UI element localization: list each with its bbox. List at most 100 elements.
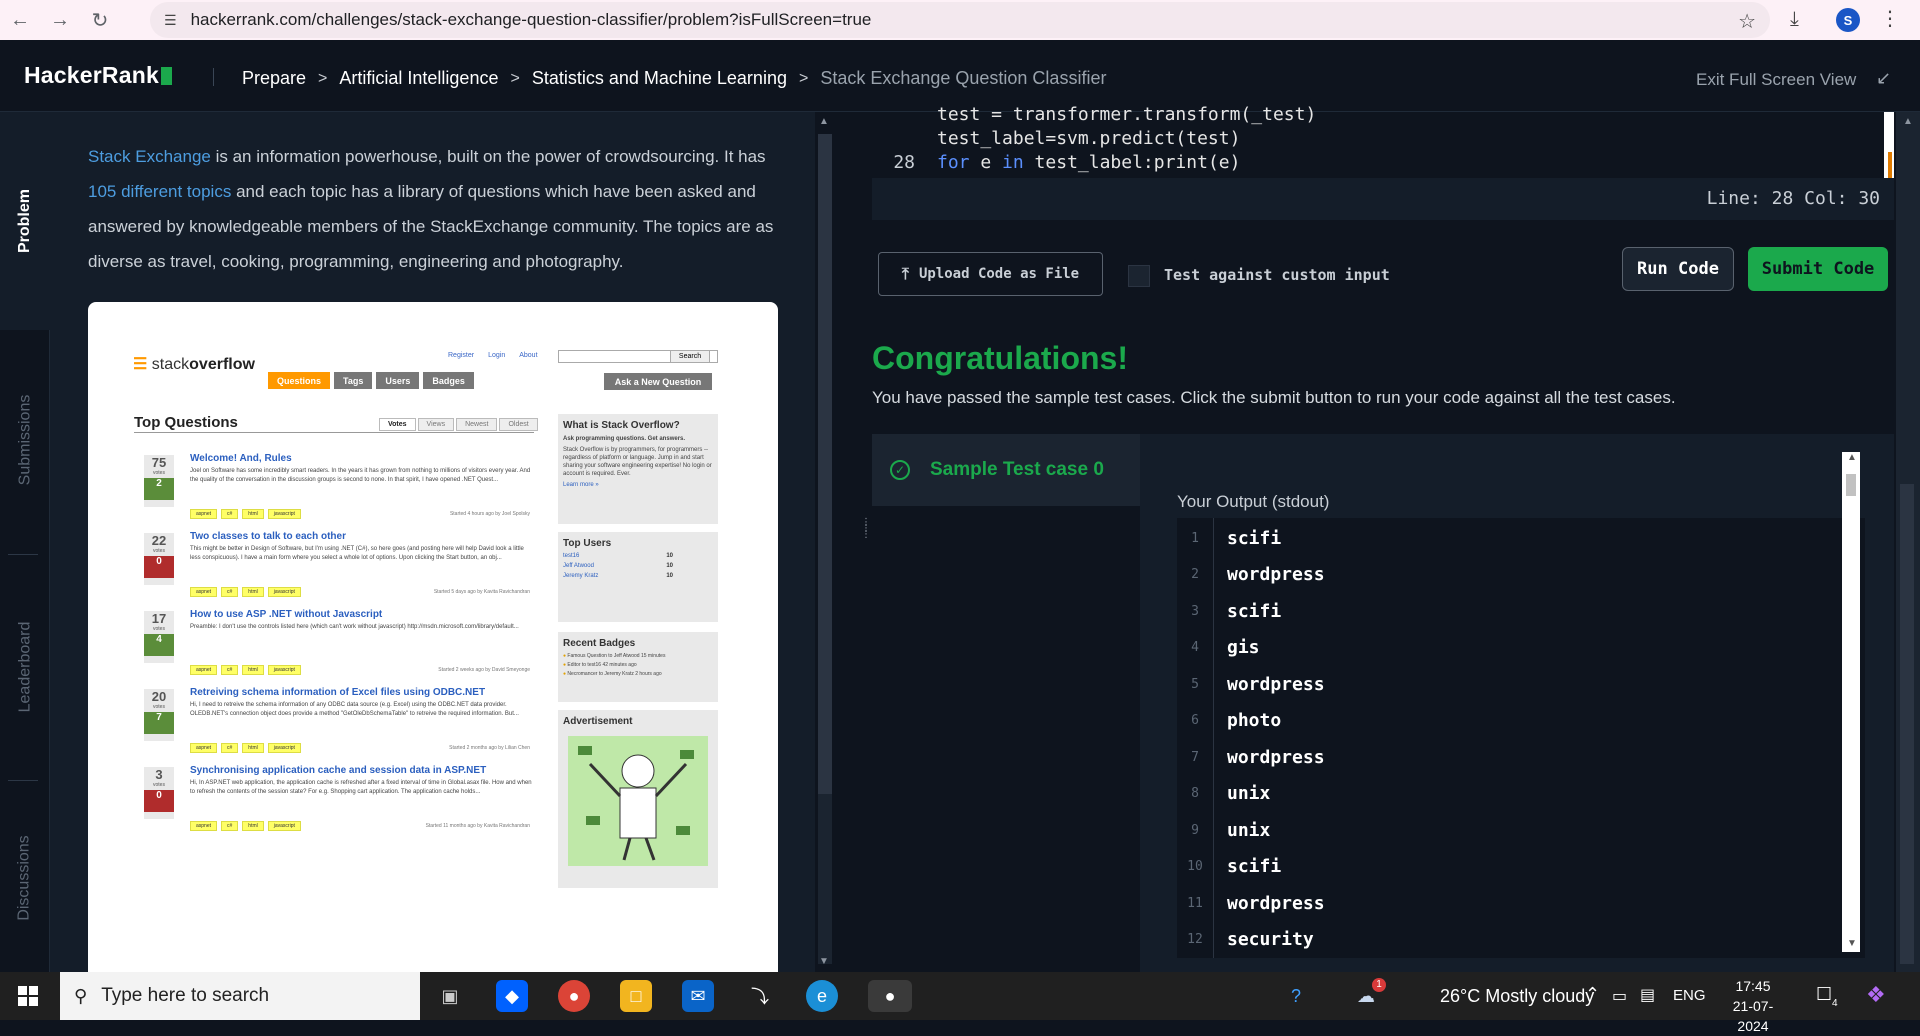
- so-tag: c#: [221, 587, 239, 597]
- tab-submissions[interactable]: Submissions: [0, 330, 50, 550]
- scroll-up-icon[interactable]: ▲: [819, 116, 829, 127]
- output-line: 1 scifi: [1177, 520, 1837, 556]
- so-tags: aspnet c# html javascript: [190, 665, 301, 675]
- output-line-number: 8: [1191, 786, 1199, 801]
- stack-exchange-link[interactable]: Stack Exchange: [88, 147, 211, 166]
- so-advertisement-box: Advertisement: [558, 710, 718, 888]
- so-tags: aspnet c# html javascript: [190, 587, 301, 597]
- pane-resize-handle[interactable]: ⋮ ⋮ ⋮: [861, 518, 871, 560]
- sample-test-case-tab[interactable]: ✓ Sample Test case 0: [872, 434, 1140, 506]
- so-question-body: This might be better in Design of Softwa…: [190, 546, 524, 561]
- chevron-up-icon[interactable]: ⌃: [1585, 984, 1600, 1005]
- header-divider: [213, 68, 214, 86]
- search-icon: ⚲: [74, 985, 88, 1006]
- edge-icon[interactable]: e: [806, 980, 838, 1012]
- scroll-up-icon[interactable]: ▲: [1847, 452, 1857, 463]
- so-question-title: Welcome! And, Rules: [190, 453, 292, 464]
- so-question-body: Hi, In ASP.NET web application, the appl…: [190, 780, 532, 795]
- output-line: 12 security: [1177, 922, 1837, 958]
- scroll-thumb[interactable]: [818, 134, 832, 794]
- windows-start-icon[interactable]: [18, 986, 38, 1006]
- exit-fullscreen-link[interactable]: Exit Full Screen View: [1696, 70, 1856, 90]
- bookmark-star-icon[interactable]: ☆: [1738, 9, 1756, 34]
- result-subtitle: You have passed the sample test cases. C…: [872, 388, 1676, 407]
- problem-scrollbar[interactable]: ▲ ▼: [815, 112, 853, 972]
- output-line: 4 gis: [1177, 630, 1837, 666]
- upload-code-button[interactable]: ⤒ Upload Code as File: [878, 252, 1103, 296]
- task-view-icon[interactable]: ▣: [434, 980, 466, 1012]
- language-indicator[interactable]: ENG: [1673, 987, 1706, 1004]
- chrome-active-icon[interactable]: ●: [868, 980, 912, 1012]
- scroll-thumb[interactable]: [1900, 484, 1914, 964]
- reload-icon[interactable]: ↻: [80, 0, 120, 40]
- run-code-button[interactable]: Run Code: [1622, 247, 1734, 291]
- output-scrollbar[interactable]: ▲ ▼: [1842, 452, 1860, 952]
- output-line-number: 7: [1191, 749, 1199, 765]
- so-question-meta: Started 2 weeks ago by David Smeyonge: [438, 667, 530, 673]
- so-sort-tabs: Votes Views Newest Oldest: [379, 418, 538, 431]
- code-editor[interactable]: 27test = transformer.transform(_test) 27…: [872, 104, 1894, 178]
- so-tags: aspnet c# html javascript: [190, 509, 301, 519]
- exit-fullscreen-icon[interactable]: ↙: [1876, 68, 1891, 89]
- forward-icon[interactable]: →: [40, 0, 80, 40]
- copilot-icon[interactable]: ❖: [1866, 982, 1886, 1008]
- network-icon[interactable]: ▤: [1640, 985, 1655, 1005]
- app-icon[interactable]: ⤵: [744, 980, 776, 1012]
- file-explorer-icon[interactable]: □: [620, 980, 652, 1012]
- mail-icon[interactable]: ✉: [682, 980, 714, 1012]
- chevron-right-icon: >: [318, 69, 328, 87]
- so-tag: html: [242, 509, 264, 519]
- output-title: Your Output (stdout): [1177, 492, 1330, 511]
- output-line: 3 scifi: [1177, 593, 1837, 629]
- notification-icon[interactable]: ☐: [1816, 984, 1832, 1005]
- site-info-icon[interactable]: ☰: [164, 12, 177, 29]
- scroll-up-icon[interactable]: ▲: [1903, 116, 1913, 127]
- submit-code-button[interactable]: Submit Code: [1748, 247, 1888, 291]
- scroll-down-icon[interactable]: ▼: [819, 956, 829, 967]
- output-line-number: 9: [1191, 822, 1199, 838]
- battery-icon[interactable]: ▭: [1612, 986, 1627, 1006]
- so-sort-oldest: Oldest: [499, 418, 538, 431]
- tab-problem[interactable]: Problem: [0, 112, 50, 330]
- so-tab-badges: Badges: [423, 372, 474, 389]
- breadcrumb-ai[interactable]: Artificial Intelligence: [339, 68, 498, 89]
- profile-avatar[interactable]: S: [1836, 8, 1860, 32]
- topics-link[interactable]: 105 different topics: [88, 182, 231, 201]
- weather-text[interactable]: 26°C Mostly cloudy: [1440, 986, 1594, 1007]
- hackerrank-logo[interactable]: HackerRank: [24, 62, 172, 89]
- breadcrumb-prepare[interactable]: Prepare: [242, 68, 306, 89]
- help-icon[interactable]: ?: [1280, 980, 1312, 1012]
- custom-input-label[interactable]: Test against custom input: [1164, 266, 1390, 284]
- so-about-link: About: [519, 352, 538, 359]
- tab-discussions[interactable]: Discussions: [0, 784, 50, 972]
- output-line: 5 wordpress: [1177, 666, 1837, 702]
- back-icon[interactable]: ←: [0, 0, 40, 40]
- chevron-right-icon: >: [798, 69, 809, 87]
- chrome-icon[interactable]: ●: [558, 980, 590, 1012]
- editor-scrollbar[interactable]: [1884, 112, 1894, 178]
- right-pane-scrollbar[interactable]: ▲: [1896, 112, 1920, 972]
- address-bar[interactable]: ☰ hackerrank.com/challenges/stack-exchan…: [150, 2, 1770, 38]
- breadcrumb-stats-ml[interactable]: Statistics and Machine Learning: [532, 68, 787, 89]
- code-line: 28 for e in test_label:print(e): [893, 151, 1241, 173]
- browser-menu-icon[interactable]: ⋮: [1880, 6, 1900, 31]
- clock[interactable]: 17:45 21-07-2024: [1718, 976, 1788, 1036]
- download-icon[interactable]: ⤓: [1790, 8, 1799, 31]
- breadcrumb: Prepare > Artificial Intelligence > Stat…: [242, 68, 1106, 89]
- so-tag: c#: [221, 665, 239, 675]
- output-line-value: wordpress: [1227, 673, 1325, 695]
- output-line-value: security: [1227, 929, 1314, 950]
- custom-input-checkbox[interactable]: [1128, 265, 1150, 287]
- scroll-down-icon[interactable]: ▼: [1847, 938, 1857, 949]
- taskbar-search[interactable]: ⚲ Type here to search: [60, 972, 420, 1020]
- dropbox-icon[interactable]: ◆: [496, 980, 528, 1012]
- code-line: 27test = transformer.transform(_test): [937, 103, 1317, 125]
- so-badge: ● Famous Question to Jeff Atwood 15 minu…: [563, 653, 666, 659]
- check-icon: ✓: [890, 460, 910, 480]
- so-tag: html: [242, 821, 264, 831]
- tab-leaderboard[interactable]: Leaderboard: [0, 558, 50, 776]
- so-question-meta: Started 4 hours ago by Joel Spolsky: [449, 511, 530, 517]
- problem-intro: Stack Exchange is an information powerho…: [88, 147, 774, 271]
- scroll-thumb[interactable]: [1846, 474, 1856, 496]
- so-tag: c#: [221, 743, 239, 753]
